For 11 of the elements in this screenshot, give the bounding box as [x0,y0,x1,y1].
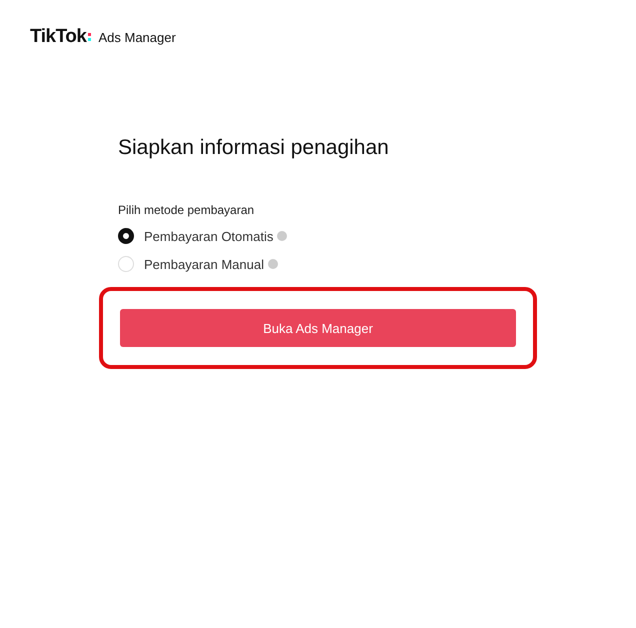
radio-button[interactable] [118,228,134,244]
payment-label: Pilih metode pembayaran [118,203,256,217]
help-icon[interactable] [268,259,278,269]
brand-logo: TikTok [30,26,86,48]
help-icon[interactable] [277,231,288,241]
open-ads-manager-button[interactable]: Buka Ads Manager [120,309,516,347]
page-title: Siapkan informasi penagihan [118,136,390,160]
radio-label[interactable]: Pembayaran Manual [144,256,264,272]
product-name: Ads Manager [98,30,176,44]
radio-label[interactable]: Pembayaran Otomatis [144,228,274,244]
colon-icon [88,31,92,43]
